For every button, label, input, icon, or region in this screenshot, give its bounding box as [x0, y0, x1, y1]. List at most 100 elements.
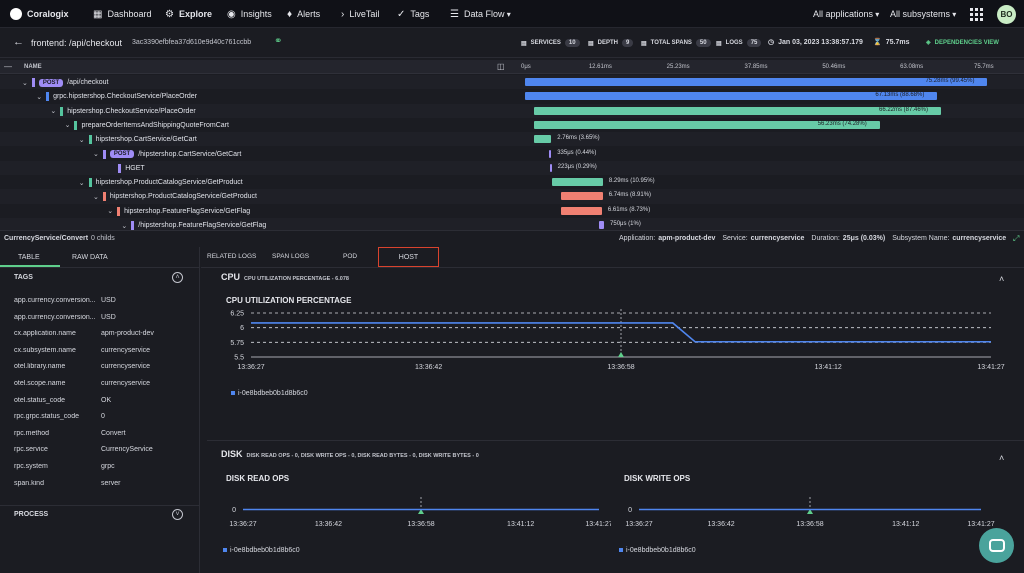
span-row[interactable]: ⌄ prepareOrderItemsAndShippingQuoteFromCa…	[0, 117, 1024, 133]
tag-key: span.kind	[14, 479, 44, 487]
tag-value[interactable]: currencyservice	[101, 363, 150, 370]
x-tick-label: 13:36:58	[607, 364, 634, 371]
span-duration-bar[interactable]	[561, 206, 602, 215]
span-duration-bar[interactable]	[551, 178, 603, 187]
timeline-tick: 12.61ms	[588, 64, 612, 70]
tag-key: otel.status_code	[14, 396, 65, 404]
span-duration-bar[interactable]	[599, 221, 605, 229]
trace-header: ← frontend: /api/checkout 3ac3390efbfea3…	[0, 28, 1024, 58]
span-row[interactable]: ⌄ hipstershop.ProductCatalogService/GetPr…	[0, 175, 1024, 190]
span-row[interactable]: ⌄ hipstershop.FeatureFlagService/GetFlag 6…	[0, 203, 1024, 218]
tag-value[interactable]: currencyservice	[101, 347, 150, 354]
chevron-down-icon[interactable]: ⌄	[107, 207, 113, 215]
services-icon: ▤	[521, 40, 527, 47]
tag-value[interactable]: OK	[101, 397, 111, 404]
tag-value[interactable]: server	[101, 480, 120, 487]
chat-support-button[interactable]	[979, 528, 1014, 563]
dependencies-view-button[interactable]: ◈ DEPENDENCIES VIEW	[926, 39, 999, 47]
nav-alerts[interactable]: ♦ Alerts	[287, 0, 320, 28]
span-row[interactable]: ⌄ hipstershop.CheckoutService/PlaceOrder 6…	[0, 103, 1024, 118]
disk-write-chart: 0 13:36:27 13:36:42 13:36:58 13:41:12 13:41:2…	[619, 497, 995, 554]
tab-table[interactable]: TABLE	[18, 254, 40, 261]
span-row[interactable]: ⌄ POST/api/checkout 75.28ms (99.45%)	[0, 75, 1024, 90]
span-duration-label: 6.74ms (8.91%)	[608, 192, 652, 199]
back-arrow-icon[interactable]: ←	[13, 36, 24, 48]
coralogix-logo-icon	[10, 8, 22, 20]
services-stat: ▤ SERVICES 10	[521, 39, 580, 47]
span-duration-bar[interactable]	[525, 78, 988, 86]
span-duration-bar[interactable]	[549, 149, 552, 158]
y-tick-label: 0	[628, 507, 632, 514]
child-count: 0 childs	[91, 235, 115, 242]
tag-value[interactable]: currencyservice	[101, 380, 150, 387]
span-name: hipstershop.FeatureFlagService/GetFlag	[124, 207, 251, 215]
span-name-cell: ⌄ /hipstershop.FeatureFlagService/GetFlag	[121, 221, 266, 230]
livetail-icon: ›	[341, 8, 345, 20]
span-row[interactable]: ⌄ POST/hipstershop.CartService/GetCart 335…	[0, 146, 1024, 161]
nav-explore[interactable]: ⚙ Explore	[165, 0, 212, 28]
span-row[interactable]: ⌄ grpc.hipstershop.CheckoutService/PlaceO…	[0, 89, 1024, 104]
tag-value[interactable]: grpc	[101, 463, 115, 470]
tag-value[interactable]: USD	[101, 297, 116, 304]
chevron-up-icon[interactable]: ˄	[172, 272, 183, 283]
span-row[interactable]: ⌄ hipstershop.CartService/GetCart 2.76ms (…	[0, 132, 1024, 147]
span-name: grpc.hipstershop.CheckoutService/PlaceOr…	[53, 93, 198, 101]
apps-grid-icon[interactable]	[970, 8, 983, 21]
y-tick-label: 5.75	[230, 340, 244, 347]
chevron-down-icon[interactable]: ⌄	[121, 222, 127, 230]
column-toggle-icon[interactable]: ◫	[497, 62, 505, 71]
span-duration-bar[interactable]	[561, 192, 603, 201]
tag-value[interactable]: Convert	[101, 430, 126, 437]
nav-dashboard[interactable]: ▦ Dashboard	[93, 0, 151, 28]
nav-data-flow[interactable]: ☰ Data Flow	[450, 0, 511, 28]
y-tick-label: 6.25	[230, 311, 244, 318]
tag-key: rpc.method	[14, 429, 50, 437]
disk-read-chart-title: DISK READ OPS	[226, 474, 290, 483]
expand-icon[interactable]: ⤢	[1013, 234, 1019, 244]
span-duration-bar[interactable]	[549, 163, 552, 172]
chevron-down-icon[interactable]: ⌄	[36, 93, 42, 101]
span-name: /hipstershop.CartService/GetCart	[138, 150, 242, 158]
tag-key: otel.library.name	[14, 363, 66, 371]
x-tick-label: 13:41:27	[967, 521, 994, 528]
legend-swatch	[231, 391, 235, 395]
collapse-disk-icon[interactable]: ˄	[999, 453, 1004, 463]
applications-select[interactable]: All applications	[813, 0, 879, 28]
tab-span-logs[interactable]: SPAN LOGS	[272, 253, 309, 260]
chevron-down-icon[interactable]: ⌄	[79, 179, 85, 187]
chevron-down-icon[interactable]: ⌄	[22, 79, 28, 87]
chevron-down-icon[interactable]: ⌄	[79, 136, 85, 144]
timeline-tick: 25.23ms	[666, 64, 690, 70]
trace-title: frontend: /api/checkout	[31, 38, 123, 48]
chevron-down-icon[interactable]: ˅	[172, 509, 183, 520]
span-row[interactable]: ⌄ /hipstershop.FeatureFlagService/GetFlag…	[0, 218, 1024, 230]
link-icon[interactable]: ⚭	[274, 36, 282, 47]
subsystems-select[interactable]: All subsystems	[890, 0, 956, 28]
collapse-cpu-icon[interactable]: ˄	[999, 274, 1004, 284]
collapse-all-icon[interactable]: —	[4, 62, 12, 71]
span-duration-bar[interactable]	[534, 135, 552, 144]
chevron-down-icon[interactable]: ⌄	[50, 107, 56, 115]
chevron-down-icon[interactable]: ⌄	[93, 193, 99, 201]
tag-value[interactable]: 0	[101, 413, 105, 420]
nav-tags[interactable]: ✓ Tags	[397, 0, 429, 28]
span-name-cell: ⌄ POST/hipstershop.CartService/GetCart	[93, 149, 242, 159]
tab-related-logs[interactable]: RELATED LOGS	[207, 253, 256, 260]
tag-value[interactable]: apm-product-dev	[101, 330, 154, 337]
brand-logo[interactable]: Coralogix	[10, 0, 69, 28]
tag-value[interactable]: CurrencyService	[101, 446, 153, 453]
chevron-down-icon[interactable]: ⌄	[93, 150, 99, 158]
chevron-down-icon[interactable]: ⌄	[65, 121, 71, 129]
nav-livetail[interactable]: › LiveTail	[341, 0, 379, 28]
span-name-cell: ⌄ grpc.hipstershop.CheckoutService/PlaceO…	[36, 92, 198, 102]
span-row[interactable]: HGET 223μs (0.29%)	[0, 160, 1024, 176]
depth-stat: ▤ DEPTH 9	[588, 39, 634, 47]
span-name: /api/checkout	[67, 79, 109, 86]
tab-pod[interactable]: POD	[343, 253, 357, 260]
avatar[interactable]: BO	[997, 5, 1016, 24]
tab-host[interactable]: HOST	[378, 247, 439, 267]
span-row[interactable]: ⌄ hipstershop.ProductCatalogService/GetPr…	[0, 189, 1024, 204]
tab-raw-data[interactable]: RAW DATA	[72, 254, 108, 261]
nav-insights[interactable]: ◉ Insights	[227, 0, 272, 28]
tag-value[interactable]: USD	[101, 314, 116, 321]
